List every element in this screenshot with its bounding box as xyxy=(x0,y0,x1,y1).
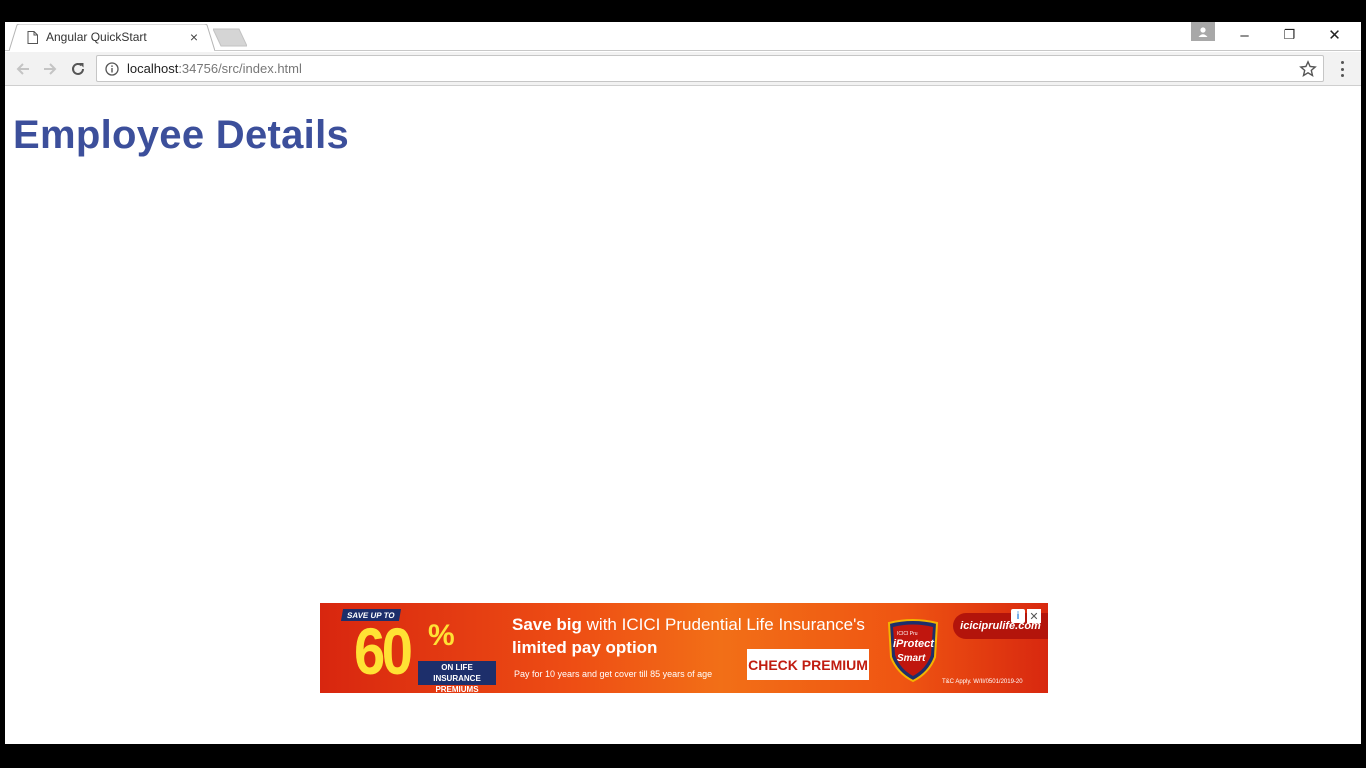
ad-info-icon[interactable]: i xyxy=(1011,609,1025,623)
ad-shield-top: ICICI Pru xyxy=(897,631,918,637)
ad-premiums-badge: ON LIFE INSURANCE PREMIUMS xyxy=(418,661,496,693)
page-title: Employee Details xyxy=(13,113,350,157)
forward-button[interactable] xyxy=(39,58,61,80)
browser-toolbar: localhost:34756/src/index.html xyxy=(5,52,1361,86)
browser-window: Angular QuickStart × – ❐ ✕ localhost:34… xyxy=(5,22,1361,744)
new-tab-button[interactable] xyxy=(213,28,247,47)
ad-premiums-line1: ON LIFE INSURANCE xyxy=(433,663,481,683)
minimize-button[interactable]: – xyxy=(1222,22,1267,48)
browser-menu-button[interactable] xyxy=(1335,59,1349,79)
back-arrow-icon xyxy=(16,63,29,75)
reload-icon xyxy=(72,62,84,75)
person-icon xyxy=(1198,26,1208,37)
advertisement-banner[interactable]: SAVE UP TO 60 % ON LIFE INSURANCE PREMIU… xyxy=(320,603,1048,693)
ad-headline-rest: with ICICI Prudential Life Insurance's xyxy=(581,615,865,634)
url-host: localhost xyxy=(127,61,179,76)
ad-terms: T&C Apply. W/II/0501/2019-20 xyxy=(942,679,1023,685)
page-icon xyxy=(27,30,38,44)
ad-headline-bold: Save big xyxy=(512,615,582,634)
info-icon[interactable] xyxy=(105,61,119,76)
close-window-button[interactable]: ✕ xyxy=(1312,22,1357,48)
address-bar[interactable]: localhost:34756/src/index.html xyxy=(96,55,1324,82)
iprotect-shield-logo: ICICI Pru iProtect Smart xyxy=(887,619,939,683)
ad-premiums-line2: PREMIUMS xyxy=(435,685,479,693)
bookmark-star-icon[interactable] xyxy=(1299,60,1317,78)
ad-headline: Save big with ICICI Prudential Life Insu… xyxy=(512,615,865,635)
tab-strip: Angular QuickStart × – ❐ ✕ xyxy=(5,22,1361,51)
ad-close-icon[interactable]: ✕ xyxy=(1027,609,1041,623)
forward-arrow-icon xyxy=(44,63,57,75)
ad-shield-smart: Smart xyxy=(897,653,926,664)
ad-percent-value: 60 xyxy=(354,614,413,688)
ad-percent-sign: % xyxy=(428,619,455,652)
page-content: Employee Details SAVE UP TO 60 % ON LIFE… xyxy=(5,87,1361,744)
tab-close-button[interactable]: × xyxy=(187,29,201,45)
back-button[interactable] xyxy=(12,58,34,80)
profile-button[interactable] xyxy=(1191,22,1215,41)
reload-button[interactable] xyxy=(67,58,89,80)
ad-headline-line2: limited pay option xyxy=(512,638,658,657)
check-premium-button[interactable]: CHECK PREMIUM xyxy=(747,649,869,680)
url-path: :34756/src/index.html xyxy=(178,61,302,76)
restore-button[interactable]: ❐ xyxy=(1267,22,1312,48)
active-tab[interactable]: Angular QuickStart × xyxy=(27,26,207,48)
ad-subtext: Pay for 10 years and get cover till 85 y… xyxy=(514,669,713,679)
tab-title: Angular QuickStart xyxy=(46,30,147,44)
ad-shield-brand: iProtect xyxy=(893,638,935,650)
